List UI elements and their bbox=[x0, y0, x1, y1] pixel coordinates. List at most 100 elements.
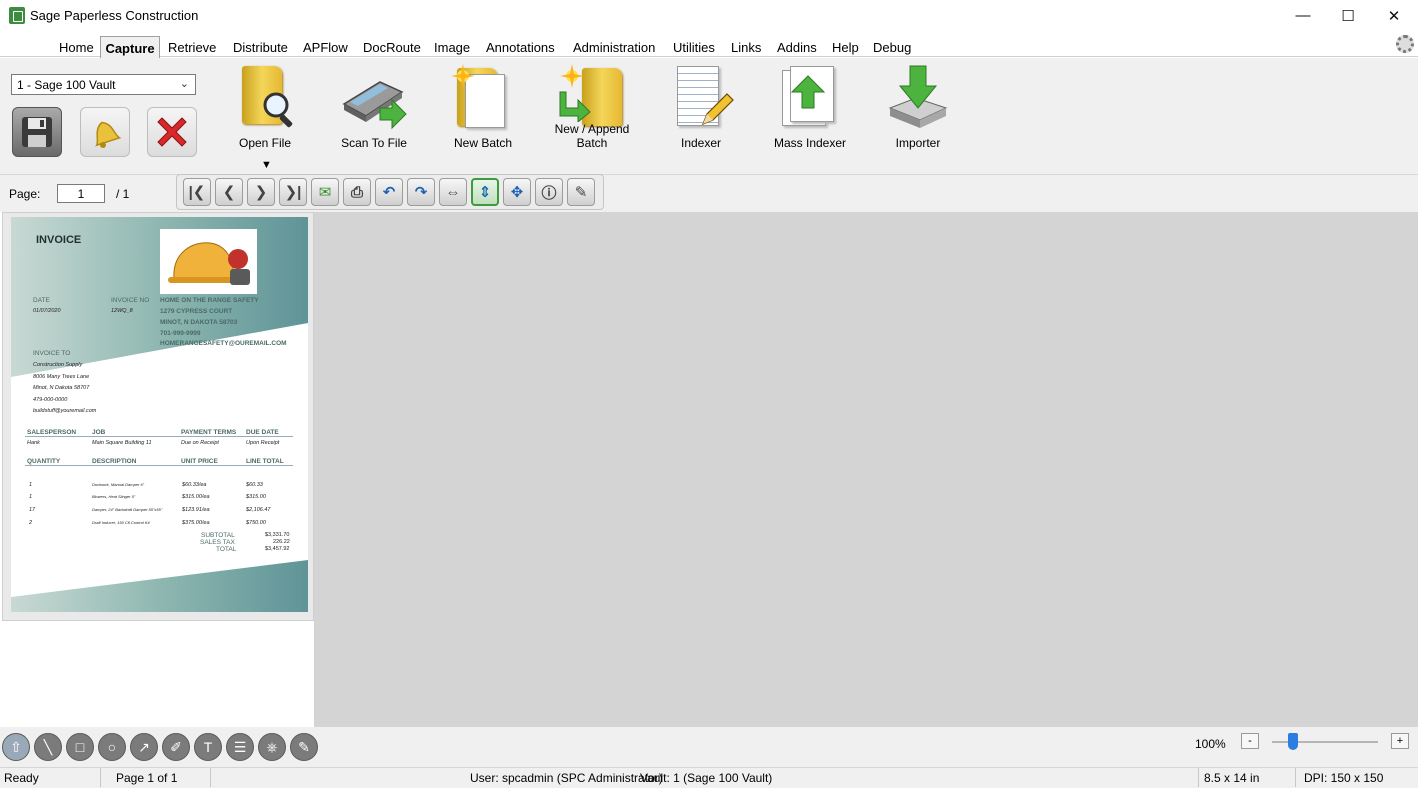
mass-indexer-button[interactable]: Mass Indexer bbox=[760, 62, 860, 157]
new-batch-button[interactable]: New Batch bbox=[433, 62, 533, 157]
notes-icon[interactable]: ✎ bbox=[567, 178, 595, 206]
arrow-tool-icon[interactable]: ↗ bbox=[130, 733, 158, 761]
zoom-in-button[interactable]: + bbox=[1391, 733, 1409, 749]
invoice-no-value: 12WQ_8 bbox=[111, 308, 133, 314]
menu-apflow[interactable]: APFlow bbox=[303, 40, 348, 55]
bill-to-address: 8006 Many Trees Lane bbox=[33, 374, 90, 380]
open-file-label: Open File bbox=[238, 136, 292, 150]
bill-to-city: Minot, N Dakota 58707 bbox=[33, 385, 90, 391]
last-page-icon[interactable]: ❯| bbox=[279, 178, 307, 206]
company-city: MINOT, N DAKOTA 58703 bbox=[160, 319, 238, 326]
menu-retrieve[interactable]: Retrieve bbox=[168, 40, 216, 55]
minimize-button[interactable]: — bbox=[1280, 0, 1326, 31]
gear-icon[interactable] bbox=[1396, 35, 1414, 53]
menu-links[interactable]: Links bbox=[731, 40, 761, 55]
print-icon[interactable]: ⎙ bbox=[343, 178, 371, 206]
stamp-tool-icon[interactable]: ⎈ bbox=[258, 733, 286, 761]
maximize-button[interactable]: ☐ bbox=[1325, 0, 1371, 31]
rectangle-tool-icon[interactable]: □ bbox=[66, 733, 94, 761]
menu-capture[interactable]: Capture bbox=[100, 36, 160, 58]
vault-select[interactable]: 1 - Sage 100 Vault ⌄ bbox=[11, 74, 196, 95]
importer-button[interactable]: Importer bbox=[868, 62, 968, 157]
scan-to-file-button[interactable]: Scan To File bbox=[324, 62, 424, 157]
page-number-input[interactable]: 1 bbox=[57, 184, 105, 203]
company-phone: 701-999-9999 bbox=[160, 330, 201, 337]
indexer-button[interactable]: Indexer bbox=[651, 62, 751, 157]
status-dpi: DPI: 150 x 150 bbox=[1304, 771, 1384, 785]
date-value: 01/07/2020 bbox=[33, 308, 61, 314]
item-qty: 1 bbox=[29, 494, 33, 500]
total-label: TOTAL bbox=[216, 546, 237, 553]
zoom-out-button[interactable]: - bbox=[1241, 733, 1259, 749]
subtotal-label: SUBTOTAL bbox=[201, 532, 235, 539]
next-page-icon[interactable]: ❯ bbox=[247, 178, 275, 206]
highlighter-tool-icon[interactable]: ✐ bbox=[162, 733, 190, 761]
company-name: HOME ON THE RANGE SAFETY bbox=[160, 297, 259, 304]
item-total: $750.00 bbox=[246, 520, 266, 526]
zoom-slider-thumb[interactable] bbox=[1288, 733, 1299, 750]
menu-debug[interactable]: Debug bbox=[873, 40, 911, 55]
window-title: Sage Paperless Construction bbox=[30, 8, 199, 23]
note-tool-icon[interactable]: ☰ bbox=[226, 733, 254, 761]
item-qty: 17 bbox=[29, 507, 36, 513]
menu-administration[interactable]: Administration bbox=[573, 40, 655, 55]
page-label: Page: bbox=[9, 187, 41, 201]
append-arrow-icon bbox=[559, 91, 591, 122]
bill-to-email: buildstuff@youremail.com bbox=[33, 408, 97, 414]
pen-tool-icon[interactable]: ✎ bbox=[290, 733, 318, 761]
previous-page-icon[interactable]: ❮ bbox=[215, 178, 243, 206]
sales-tax-label: SALES TAX bbox=[200, 539, 235, 546]
mass-indexer-label: Mass Indexer bbox=[773, 136, 847, 150]
line-tool-icon[interactable]: ╲ bbox=[34, 733, 62, 761]
item-price: $123.91/ea bbox=[182, 507, 210, 513]
item-total: $2,106.47 bbox=[246, 507, 271, 513]
fit-page-icon[interactable]: ✥ bbox=[503, 178, 531, 206]
cancel-button[interactable] bbox=[147, 107, 197, 157]
menu-home[interactable]: Home bbox=[59, 40, 94, 55]
scanner-icon bbox=[342, 81, 407, 130]
new-append-batch-button[interactable]: New / Append Batch bbox=[542, 62, 642, 157]
notification-button[interactable] bbox=[80, 107, 130, 157]
open-file-button[interactable]: Open File bbox=[215, 62, 315, 157]
info-icon[interactable]: ⓘ bbox=[535, 178, 563, 206]
subtotal-value: $3,331.70 bbox=[265, 532, 290, 538]
item-desc: Draft Inducer, 150 Cfl Control Kit bbox=[92, 520, 150, 525]
rotate-right-icon[interactable]: ↷ bbox=[407, 178, 435, 206]
divider bbox=[25, 436, 293, 437]
line-total-header: LINE TOTAL bbox=[246, 458, 284, 465]
menu-distribute[interactable]: Distribute bbox=[233, 40, 288, 55]
rotate-left-icon[interactable]: ↶ bbox=[375, 178, 403, 206]
description-header: DESCRIPTION bbox=[92, 458, 137, 465]
status-separator bbox=[1198, 768, 1199, 787]
send-email-icon[interactable]: ✉ bbox=[311, 178, 339, 206]
menu-image[interactable]: Image bbox=[434, 40, 470, 55]
save-button[interactable] bbox=[12, 107, 62, 157]
sales-tax-value: 226.22 bbox=[273, 539, 290, 545]
menu-docroute[interactable]: DocRoute bbox=[363, 40, 421, 55]
fit-width-icon[interactable]: ⇔ bbox=[439, 178, 467, 206]
sparkle-icon bbox=[560, 64, 584, 88]
vault-select-value: 1 - Sage 100 Vault bbox=[17, 78, 116, 92]
zoom-level: 100% bbox=[1195, 737, 1226, 751]
first-page-icon[interactable]: |❮ bbox=[183, 178, 211, 206]
bell-icon bbox=[95, 121, 122, 148]
status-separator bbox=[1295, 768, 1296, 787]
close-window-button[interactable]: ✕ bbox=[1371, 0, 1417, 31]
date-label: DATE bbox=[33, 297, 50, 304]
floppy-disk-icon bbox=[22, 117, 52, 147]
menu-addins[interactable]: Addins bbox=[777, 40, 817, 55]
new-append-batch-label: New / Append Batch bbox=[554, 122, 630, 150]
item-desc: Blowers, Heat Slinger 5" bbox=[92, 494, 136, 499]
select-pointer-icon[interactable]: ⇧ bbox=[2, 733, 30, 761]
fit-height-icon[interactable]: ⇕ bbox=[471, 178, 499, 206]
item-price: $375.00/ea bbox=[182, 520, 210, 526]
menu-annotations[interactable]: Annotations bbox=[486, 40, 555, 55]
red-x-icon bbox=[157, 117, 187, 147]
payment-terms-header: PAYMENT TERMS bbox=[181, 429, 237, 436]
text-tool-icon[interactable]: T bbox=[194, 733, 222, 761]
dropdown-arrow-icon[interactable]: ▼ bbox=[261, 159, 272, 171]
menu-help[interactable]: Help bbox=[832, 40, 859, 55]
ellipse-tool-icon[interactable]: ○ bbox=[98, 733, 126, 761]
menu-utilities[interactable]: Utilities bbox=[673, 40, 715, 55]
item-price: $315.00/ea bbox=[182, 494, 210, 500]
